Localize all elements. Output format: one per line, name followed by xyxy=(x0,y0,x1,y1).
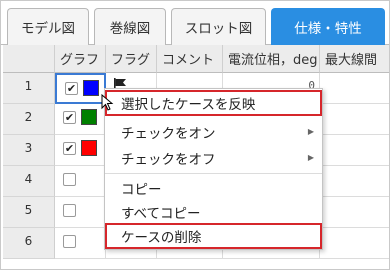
submenu-arrow-icon: ▶ xyxy=(307,127,314,136)
graph-checkbox[interactable]: ✔ xyxy=(63,142,76,155)
row-number[interactable]: 3 xyxy=(3,135,55,166)
max-line-voltage-cell[interactable] xyxy=(320,135,389,166)
max-line-voltage-cell[interactable] xyxy=(320,73,389,104)
column-header-flag[interactable]: フラグ xyxy=(106,45,157,73)
graph-cell[interactable]: ✔ xyxy=(55,73,106,104)
submenu-arrow-icon: ▶ xyxy=(307,153,314,162)
graph-checkbox[interactable]: ✔ xyxy=(63,111,76,124)
row-number[interactable]: 6 xyxy=(3,228,55,259)
menu-item-label: チェックをオン xyxy=(121,126,216,142)
column-header-graph[interactable]: グラフ xyxy=(55,45,106,73)
tab-specifications[interactable]: 仕様・特性 xyxy=(271,8,385,45)
corner-header xyxy=(3,45,55,73)
case-table-window: モデル図 巻線図 スロット図 仕様・特性 グラフ フラグ コメント 電流位相，d… xyxy=(0,0,390,270)
graph-cell[interactable]: ✔ xyxy=(55,104,106,135)
max-line-voltage-cell[interactable] xyxy=(320,197,389,228)
mouse-pointer-icon xyxy=(101,94,114,111)
menu-separator xyxy=(105,173,322,174)
column-header-max-line-voltage[interactable]: 最大線間 xyxy=(320,45,389,73)
max-line-voltage-cell[interactable] xyxy=(320,104,389,135)
row-number[interactable]: 5 xyxy=(3,197,55,228)
max-line-voltage-cell[interactable] xyxy=(320,166,389,197)
menu-item-copy[interactable]: コピー xyxy=(105,175,322,201)
menu-item-label: コピー xyxy=(121,182,162,198)
menu-item-check-off[interactable]: チェックをオフ ▶ xyxy=(105,145,322,171)
graph-checkbox[interactable] xyxy=(63,173,76,186)
menu-item-label: チェックをオフ xyxy=(121,152,216,168)
tab-slot-diagram[interactable]: スロット図 xyxy=(171,8,266,45)
column-header-comment[interactable]: コメント xyxy=(157,45,223,73)
graph-cell[interactable]: ✔ xyxy=(55,135,106,166)
series-color-swatch[interactable] xyxy=(81,109,97,125)
menu-item-check-on[interactable]: チェックをオン ▶ xyxy=(105,119,322,145)
menu-item-copy-all[interactable]: すべてコピー xyxy=(105,199,322,225)
graph-checkbox[interactable] xyxy=(63,204,76,217)
menu-item-label: すべてコピー xyxy=(121,206,201,222)
menu-item-apply-selected-case[interactable]: 選択したケースを反映 xyxy=(105,90,322,116)
graph-cell[interactable] xyxy=(55,197,106,228)
tab-model-diagram[interactable]: モデル図 xyxy=(7,8,89,45)
graph-checkbox[interactable] xyxy=(63,235,76,248)
row-number[interactable]: 1 xyxy=(3,73,55,104)
row-number[interactable]: 4 xyxy=(3,166,55,197)
column-header-current-phase[interactable]: 電流位相，deg xyxy=(223,45,320,73)
tab-winding-diagram[interactable]: 巻線図 xyxy=(94,8,166,45)
menu-item-delete-case[interactable]: ケースの削除 xyxy=(105,223,322,249)
menu-item-label: 選択したケースを反映 xyxy=(121,97,256,113)
tab-bar: モデル図 巻線図 スロット図 仕様・特性 xyxy=(1,1,389,45)
menu-item-label: ケースの削除 xyxy=(121,230,202,246)
graph-checkbox[interactable]: ✔ xyxy=(65,82,78,95)
max-line-voltage-cell[interactable] xyxy=(320,228,389,259)
graph-cell[interactable] xyxy=(55,228,106,259)
context-menu: 選択したケースを反映 チェックをオン ▶ チェックをオフ ▶ コピー すべてコピー … xyxy=(104,88,323,250)
row-number[interactable]: 2 xyxy=(3,104,55,135)
series-color-swatch[interactable] xyxy=(83,80,99,96)
series-color-swatch[interactable] xyxy=(81,140,97,156)
graph-cell[interactable] xyxy=(55,166,106,197)
